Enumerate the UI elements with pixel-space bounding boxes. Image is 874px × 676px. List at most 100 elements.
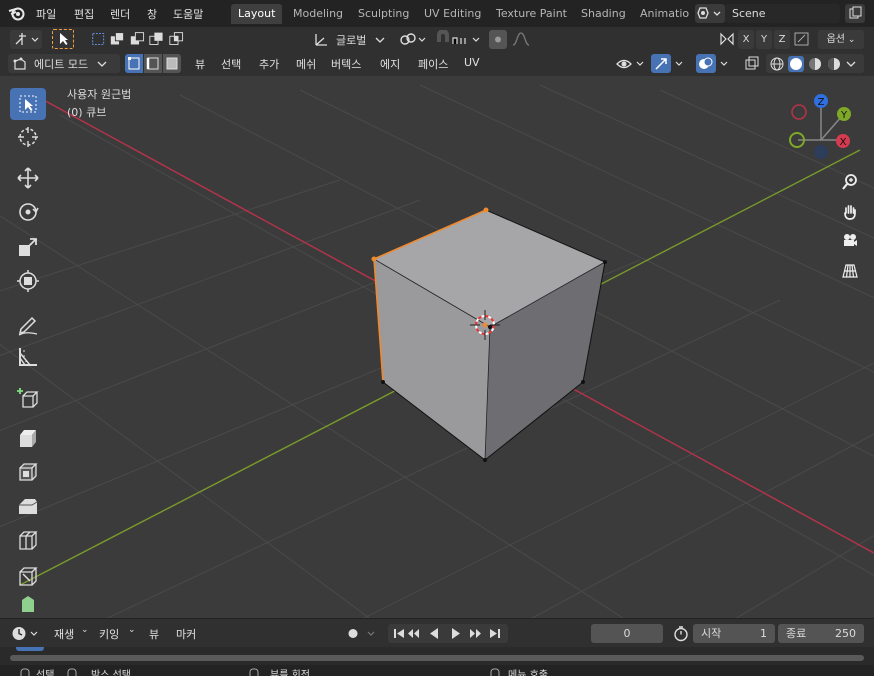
menu-help[interactable]: 도움말 xyxy=(173,6,203,22)
start-frame-field[interactable]: 시작 1 xyxy=(693,624,775,643)
pan-button[interactable] xyxy=(837,199,863,225)
perspective-toggle-button[interactable] xyxy=(837,258,863,284)
vertex xyxy=(603,260,607,264)
menu-view[interactable]: 뷰 xyxy=(195,56,205,72)
edge-select-button[interactable] xyxy=(144,54,162,73)
tab-texture-paint[interactable]: Texture Paint xyxy=(489,4,574,24)
material-shading-icon[interactable] xyxy=(807,56,823,72)
camera-view-button[interactable] xyxy=(837,228,863,254)
pivot-point-dropdown[interactable] xyxy=(397,30,429,49)
end-frame-field[interactable]: 종료 250 xyxy=(778,624,864,643)
tab-shading[interactable]: Shading xyxy=(574,4,633,24)
navigation-gizmo[interactable]: Z Y X xyxy=(780,90,860,170)
menu-add[interactable]: 추가 xyxy=(259,56,279,72)
play-icon[interactable] xyxy=(452,628,460,639)
visibility-dropdown[interactable] xyxy=(615,54,647,73)
solid-shading-icon[interactable] xyxy=(788,55,804,72)
face-select-button[interactable] xyxy=(163,54,181,73)
playhead-marker[interactable] xyxy=(16,647,44,651)
tab-uv-editing[interactable]: UV Editing xyxy=(417,4,488,24)
select-invert-icon[interactable] xyxy=(148,30,164,48)
move-tool[interactable] xyxy=(10,162,46,194)
scene-selector-button[interactable] xyxy=(695,4,725,23)
menu-keying[interactable]: 키잉 xyxy=(99,626,119,642)
wireframe-shading-icon[interactable] xyxy=(769,56,785,72)
zoom-button[interactable] xyxy=(837,169,863,195)
scale-tool[interactable] xyxy=(10,231,46,263)
editor-type-dropdown[interactable] xyxy=(10,624,42,643)
inset-tool[interactable] xyxy=(10,456,46,488)
symmetry-x-button[interactable]: X xyxy=(738,30,754,49)
transform-tool[interactable] xyxy=(10,265,46,297)
menu-render[interactable]: 렌더 xyxy=(110,6,130,22)
menu-edit[interactable]: 편집 xyxy=(74,6,94,22)
play-reverse-icon[interactable] xyxy=(430,628,438,639)
menu-select[interactable]: 선택 xyxy=(221,56,241,72)
tab-sculpting[interactable]: Sculpting xyxy=(351,4,416,24)
measure-tool[interactable] xyxy=(10,341,46,373)
selection-mode-group xyxy=(90,30,184,48)
proportional-edit-group[interactable] xyxy=(489,30,541,49)
menu-timeline-view[interactable]: 뷰 xyxy=(149,626,159,642)
menu-file[interactable]: 파일 xyxy=(36,6,56,22)
new-scene-button[interactable] xyxy=(845,4,865,23)
jump-start-icon[interactable] xyxy=(394,629,404,638)
use-preview-range-toggle[interactable] xyxy=(671,624,691,643)
prev-keyframe-icon[interactable] xyxy=(408,629,419,638)
jump-end-icon[interactable] xyxy=(490,629,500,638)
menu-edge[interactable]: 에지 xyxy=(380,56,400,72)
3d-viewport[interactable]: 사용자 원근법 (0) 큐브 Z Y X xyxy=(0,76,874,618)
next-keyframe-icon[interactable] xyxy=(470,629,481,638)
scene-name-field[interactable]: Scene xyxy=(725,4,840,23)
select-new-icon[interactable] xyxy=(90,30,106,48)
add-cube-tool[interactable] xyxy=(10,382,46,414)
status-bar: 선택 박스 선택 뷰를 회전 메뉴 호출 xyxy=(0,665,874,676)
select-mode-button[interactable] xyxy=(52,29,74,49)
select-intersect-icon[interactable] xyxy=(168,30,184,48)
viewport-scene[interactable] xyxy=(0,76,874,618)
vertex-select-button[interactable] xyxy=(125,54,143,73)
bevel-tool[interactable] xyxy=(10,490,46,522)
xray-toggle[interactable] xyxy=(743,54,761,73)
poly-build-tool[interactable] xyxy=(10,592,46,618)
loop-cut-tool[interactable] xyxy=(10,524,46,556)
options-dropdown[interactable]: 옵션 ⌄ xyxy=(818,30,864,49)
transform-orientation-dropdown[interactable]: 글로벌 xyxy=(312,30,390,49)
menu-vertex[interactable]: 버텍스 xyxy=(331,56,361,72)
record-icon xyxy=(348,629,375,638)
timeline-scrollbar[interactable] xyxy=(10,655,864,661)
timeline-scrub-area[interactable] xyxy=(0,647,874,665)
select-extend-icon[interactable] xyxy=(109,30,125,48)
snapping-group[interactable] xyxy=(433,30,485,49)
menu-marker[interactable]: 마커 xyxy=(176,626,196,642)
menu-uv[interactable]: UV xyxy=(464,56,480,69)
chevron-down-icon[interactable] xyxy=(845,59,857,69)
select-box-tool[interactable] xyxy=(10,88,46,120)
auto-merge-icon[interactable] xyxy=(793,30,813,48)
mode-dropdown[interactable]: 에디트 모드 xyxy=(8,54,120,73)
menu-window[interactable]: 창 xyxy=(147,6,157,22)
menu-mesh[interactable]: 메쉬 xyxy=(296,56,316,72)
symmetry-y-button[interactable]: Y xyxy=(756,30,772,49)
extrude-tool[interactable] xyxy=(10,421,46,453)
transform-pivot-button[interactable] xyxy=(10,30,42,49)
tab-modeling[interactable]: Modeling xyxy=(286,4,350,24)
knife-cube-icon xyxy=(19,567,38,586)
cursor-tool[interactable] xyxy=(10,121,46,153)
mesh-symmetry-icon[interactable] xyxy=(718,30,736,48)
overlay-dropdown[interactable] xyxy=(696,54,732,73)
menu-face[interactable]: 페이스 xyxy=(418,56,448,72)
rendered-shading-icon[interactable] xyxy=(826,56,842,72)
blender-logo-icon[interactable] xyxy=(8,5,26,21)
menu-playback[interactable]: 재생 xyxy=(54,626,74,642)
current-frame-field[interactable]: 0 xyxy=(591,624,663,643)
knife-tool[interactable] xyxy=(10,560,46,592)
auto-keying-toggle[interactable] xyxy=(342,624,382,643)
select-subtract-icon[interactable] xyxy=(129,30,145,48)
annotate-tool[interactable] xyxy=(10,308,46,340)
rotate-tool[interactable] xyxy=(10,196,46,228)
tab-layout[interactable]: Layout xyxy=(231,4,283,24)
symmetry-z-button[interactable]: Z xyxy=(774,30,790,49)
tab-animation[interactable]: Animatio xyxy=(633,4,689,24)
gizmo-dropdown[interactable] xyxy=(651,54,687,73)
